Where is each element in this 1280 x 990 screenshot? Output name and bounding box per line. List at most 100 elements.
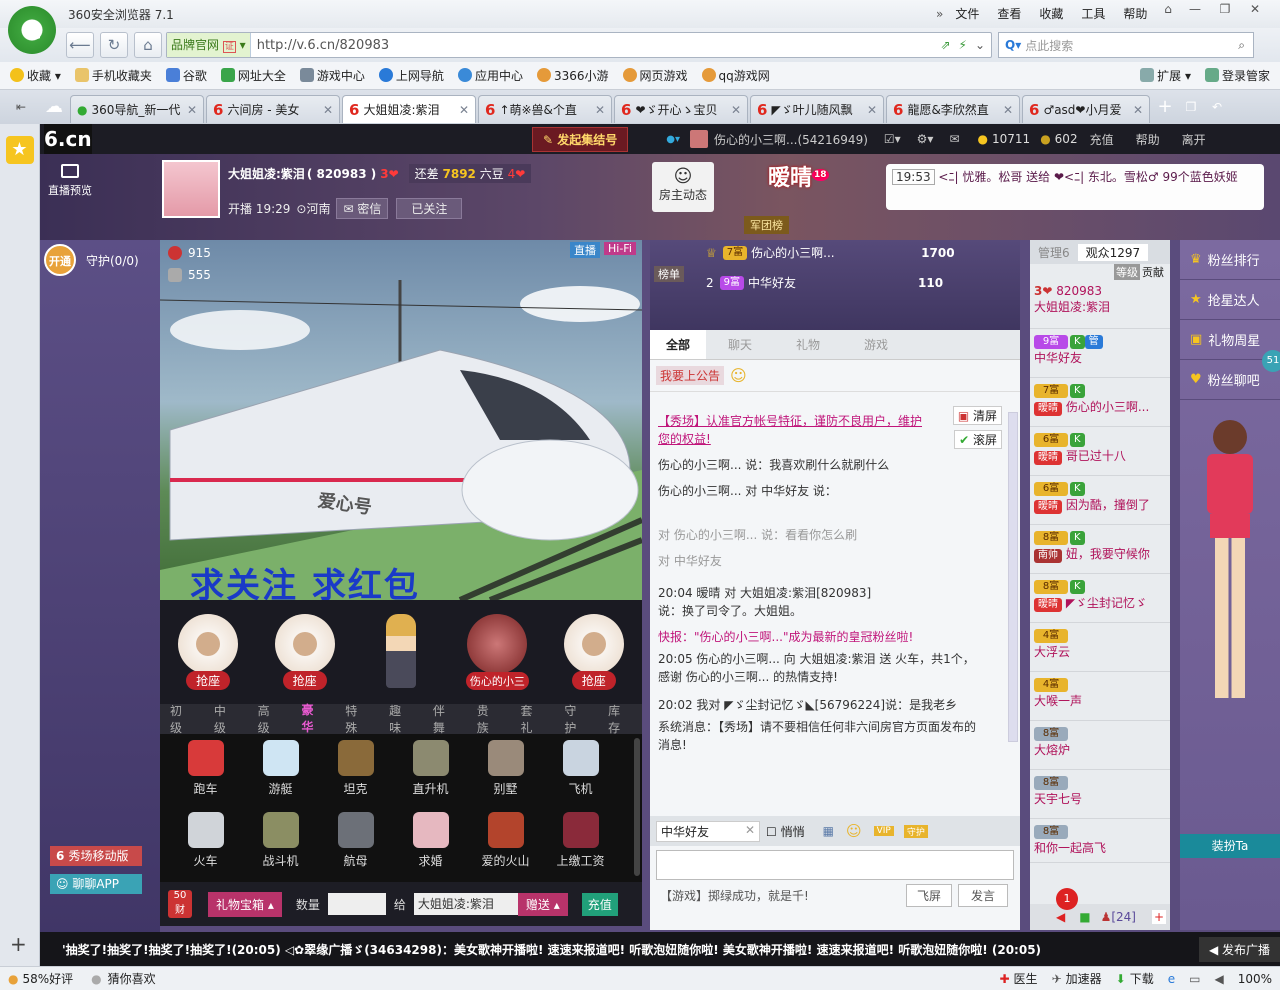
tab-gift-special[interactable]: 特殊 [335,702,379,736]
sort-contrib[interactable]: 贡献 [1142,264,1164,280]
guard-icon[interactable]: 守护 [903,824,928,838]
settings-icon[interactable]: ⚙▾ [917,132,934,146]
fav-google[interactable]: 谷歌 [165,67,207,84]
tab-gift-noble[interactable]: 贵族 [467,702,511,736]
tab-close-icon[interactable]: ✕ [1003,103,1013,117]
gift-villa[interactable]: 别墅 [468,734,543,806]
fan-row[interactable]: 4富 大喉一声 [1030,672,1170,721]
tab-gift-mid[interactable]: 中级 [204,702,248,736]
skin-icon[interactable]: ⌂ [1156,2,1180,16]
doctor-link[interactable]: 医生 [1014,970,1038,987]
sidebar-add-icon[interactable]: + [10,932,27,956]
tab-gift-basic[interactable]: 初级 [160,702,204,736]
video-player[interactable]: 直播 Hi-Fi 915 555 爱心号 爱心号 求关注 求红包 [160,240,642,600]
announce-button[interactable]: 我要上公告 [656,366,725,385]
speaker-icon[interactable]: ◀ [1056,910,1065,924]
anchor-avatar[interactable] [162,160,220,218]
address-bar[interactable]: 品牌官网 证 ▾ http://v.6.cn/820983 ⇗ ⚡ ⌄ [166,32,992,58]
fav-game-center[interactable]: 游戏中心 [299,67,365,84]
tab-room-3[interactable]: 6 ↑萌※兽&个直 ✕ [478,95,612,123]
image-icon[interactable]: ▦ [823,824,834,838]
chat-tab-all[interactable]: 全部 [650,330,707,359]
fav-login[interactable]: 登录管家 [1204,67,1270,84]
tab-360nav[interactable]: ● 360导航_新一代 ✕ [70,95,204,123]
qty-input[interactable] [327,893,386,915]
host-dynamic-button[interactable]: ☺ 房主动态 [652,162,714,212]
mail-icon[interactable]: ✉ [949,132,959,146]
share-icon[interactable]: ⇗ [940,38,950,52]
gift-yacht[interactable]: 游艇 [243,734,318,806]
open-guard-button[interactable]: 开通 [44,244,76,276]
army-rank-button[interactable]: 军团榜 [744,216,789,234]
mobile-version-button[interactable]: 6 秀场移动版 [50,846,142,866]
rating[interactable]: 58%好评 [22,970,73,987]
fan-row[interactable]: 7富 K 暧晴 伤心的小三啊... [1030,378,1170,427]
fav-webgame[interactable]: 网页游戏 [622,67,688,84]
gift-box-button[interactable]: 礼物宝箱 ▴ [208,891,282,917]
gift-sports-car[interactable]: 跑车 [168,734,243,806]
menu-view[interactable]: 查看 [997,5,1021,22]
search-icon[interactable]: ⌕ [1238,38,1245,53]
nav-star-master[interactable]: ★ 抢星达人 [1180,280,1280,320]
tab-close-icon[interactable]: ✕ [187,103,197,117]
fan-row[interactable]: 9富 K 管中华好友 [1030,329,1170,378]
back-button[interactable]: ⟵ [66,32,94,58]
speed-icon[interactable]: ⚡ [959,38,967,52]
fan-row[interactable]: 8富 和你一起高飞 [1030,819,1170,863]
menu-file[interactable]: 文件 [955,5,979,22]
tab-close-icon[interactable]: ✕ [1133,103,1143,117]
tab-close-icon[interactable]: ✕ [595,103,605,117]
brand-badge[interactable]: 品牌官网 证 ▾ [167,33,251,57]
tab-room-5[interactable]: 6 ◤ゞ叶儿随风飘 ✕ [750,95,884,123]
gift-proposal[interactable]: 求婚 [393,806,468,878]
edit-icon[interactable]: ☑▾ [884,132,901,146]
online-count[interactable]: [24] [1111,910,1136,924]
tab-room-4[interactable]: 6 ❤ゞ开心ゝ宝贝 ✕ [614,95,748,123]
tab-scroll-left-icon[interactable]: ⇤ [4,90,38,124]
fav-qqgame[interactable]: qq游戏网 [701,67,770,84]
fav-nav[interactable]: 上网导航 [378,67,444,84]
fan-row[interactable]: 8富 大熔炉 [1030,721,1170,770]
seat-2[interactable]: 抢座 [269,614,341,690]
address-dropdown-icon[interactable]: ⌄ [975,38,985,52]
user-name[interactable]: 伤心的小三啊...(54216949) [714,131,868,148]
menu-tools[interactable]: 工具 [1081,5,1105,22]
chat-input[interactable] [656,850,1014,880]
dressup-button[interactable]: 装扮Ta [1180,834,1280,858]
home-button[interactable]: ⌂ [134,32,162,58]
gather-button[interactable]: ✎ 发起集结号 [532,126,629,152]
recharge-button[interactable]: 充值 [581,892,618,916]
tab-gift-set[interactable]: 套礼 [511,702,555,736]
recipient-select[interactable]: 大姐姐凌:紫泪 [413,893,518,915]
fav-app-center[interactable]: 应用中心 [457,67,523,84]
preview-button[interactable]: 直播预览 [44,164,96,198]
fan-row[interactable]: 6富 K 暧晴 哥已过十八 [1030,427,1170,476]
tab-gift-guard[interactable]: 守护 [554,702,598,736]
download-link[interactable]: 下载 [1130,970,1154,987]
clear-screen-button[interactable]: ▣ 清屏 [952,406,1002,425]
gift-carrier[interactable]: 航母 [318,806,393,878]
chat-target-select[interactable]: 中华好友 ✕ [656,820,760,842]
fav-collect[interactable]: 收藏 ▾ [10,67,61,84]
tab-close-icon[interactable]: ✕ [867,103,877,117]
gift-plane[interactable]: 飞机 [543,734,618,806]
tab-current[interactable]: 6 大姐姐凌:紫泪 ✕ [342,95,476,123]
gift-tank[interactable]: 坦克 [318,734,393,806]
smile-icon[interactable]: ☺ [730,366,747,385]
tab-6room[interactable]: 6 六间房 - 美女 ✕ [206,95,340,123]
refresh-button[interactable]: ↻ [100,32,128,58]
search-input[interactable]: 点此搜索 [1025,37,1238,54]
seat-4[interactable]: 伤心的小三 [461,614,533,690]
vip-icon[interactable]: VIP [873,826,894,836]
menu-help[interactable]: 帮助 [1123,5,1147,22]
send-gift-button[interactable]: 赠送 ▴ [517,892,568,916]
gift-fighter[interactable]: 战斗机 [243,806,318,878]
accelerator-link[interactable]: 加速器 [1066,970,1102,987]
gift-scrollbar[interactable] [634,738,640,876]
fan-row[interactable]: 8富 天宇七号 [1030,770,1170,819]
tab-audience[interactable]: 观众1297 [1077,243,1149,261]
notify-badge[interactable]: 1 [1056,888,1078,910]
zoom-level[interactable]: 100% [1238,972,1272,986]
menu-favorites[interactable]: 收藏 [1039,5,1063,22]
tab-gift-fun[interactable]: 趣味 [379,702,423,736]
